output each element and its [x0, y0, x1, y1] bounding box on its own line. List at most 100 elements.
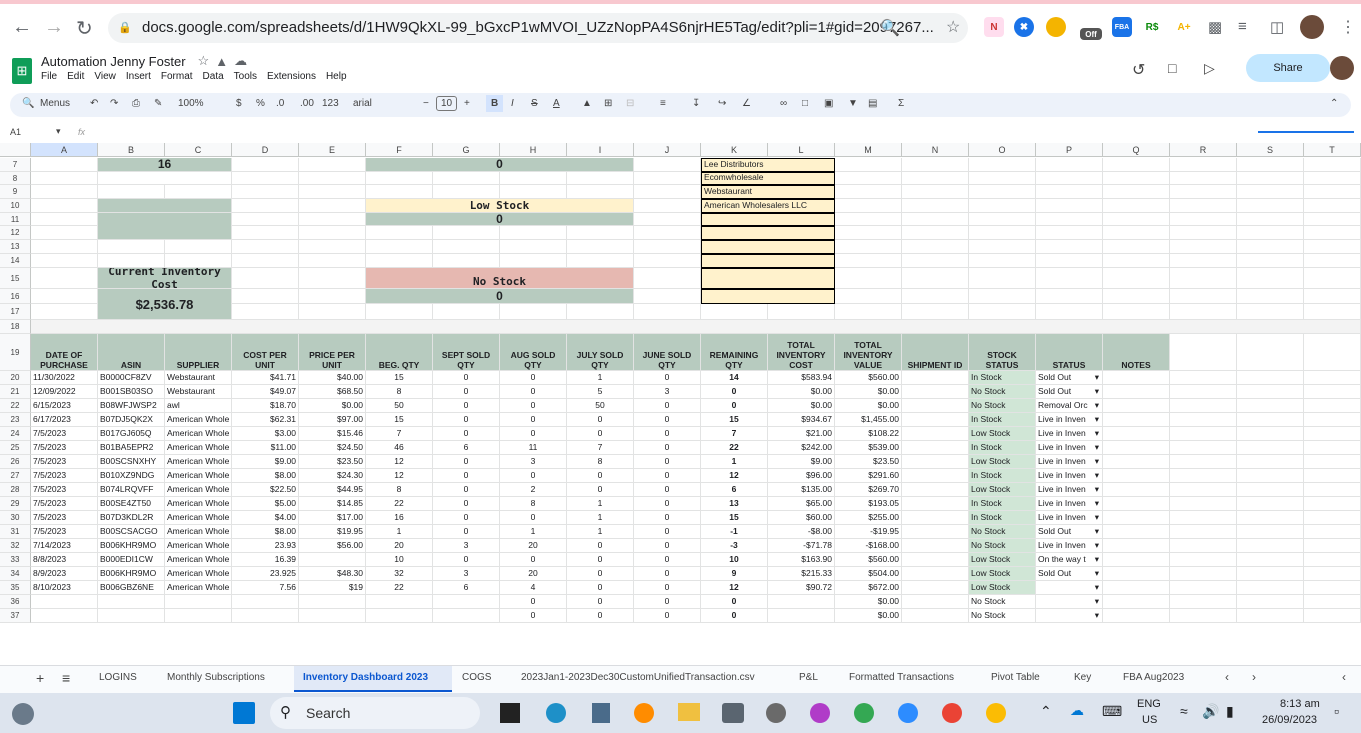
- column-header[interactable]: G: [433, 143, 500, 157]
- table-cell[interactable]: $560.00: [835, 371, 902, 385]
- table-cell[interactable]: $9.00: [232, 455, 299, 469]
- grid-cell[interactable]: [1170, 511, 1237, 525]
- grid-cell[interactable]: [1304, 172, 1361, 185]
- table-cell[interactable]: In Stock: [969, 441, 1036, 455]
- grid-cell[interactable]: [902, 595, 969, 609]
- table-cell[interactable]: 16.39: [232, 553, 299, 567]
- sidepanel-icon[interactable]: ◫: [1270, 18, 1284, 36]
- grid-cell[interactable]: [835, 268, 902, 289]
- table-cell[interactable]: 32: [366, 567, 433, 581]
- rotate-icon[interactable]: ∠: [742, 98, 751, 109]
- table-cell[interactable]: 0: [500, 595, 567, 609]
- table-cell[interactable]: 0: [567, 483, 634, 497]
- table-cell[interactable]: 20: [500, 567, 567, 581]
- chevron-down-icon[interactable]: ▾: [1095, 539, 1099, 552]
- table-cell[interactable]: American Whole: [165, 413, 232, 427]
- grid-cell[interactable]: [1170, 539, 1237, 553]
- table-cell[interactable]: 7: [701, 427, 768, 441]
- grid-cell[interactable]: [1103, 226, 1170, 240]
- table-cell[interactable]: $23.50: [835, 455, 902, 469]
- table-cell[interactable]: 0: [567, 567, 634, 581]
- grid-cell[interactable]: [1103, 399, 1170, 413]
- grid-cell[interactable]: [299, 213, 366, 226]
- grid-cell[interactable]: [1304, 497, 1361, 511]
- grid-cell[interactable]: [500, 226, 567, 240]
- table-cell[interactable]: 0: [433, 455, 500, 469]
- grid-cell[interactable]: [1304, 268, 1361, 289]
- reload-icon[interactable]: ↻: [76, 16, 93, 41]
- menu-edit[interactable]: Edit: [67, 71, 84, 82]
- grid-cell[interactable]: [1304, 334, 1361, 371]
- table-cell[interactable]: No Stock: [969, 539, 1036, 553]
- grid-cell[interactable]: [1237, 240, 1304, 254]
- collapse-icon[interactable]: ⌃: [1330, 98, 1338, 109]
- table-cell[interactable]: $11.00: [232, 441, 299, 455]
- row-header[interactable]: 12: [0, 226, 31, 240]
- row-header[interactable]: 8: [0, 172, 31, 185]
- table-cell[interactable]: 0: [433, 469, 500, 483]
- tab-transactions-csv[interactable]: 2023Jan1-2023Dec30CustomUnifiedTransacti…: [521, 672, 755, 683]
- table-cell[interactable]: $90.72: [768, 581, 835, 595]
- table-cell[interactable]: 0: [634, 539, 701, 553]
- row-header[interactable]: 35: [0, 581, 31, 595]
- table-cell[interactable]: 1: [701, 455, 768, 469]
- tab-fba-aug[interactable]: FBA Aug2023: [1123, 672, 1184, 683]
- row-header[interactable]: 13: [0, 240, 31, 254]
- grid-cell[interactable]: [567, 304, 634, 320]
- table-cell[interactable]: 0: [567, 609, 634, 623]
- chrome-icon[interactable]: [942, 703, 962, 723]
- grid-cell[interactable]: [433, 609, 500, 623]
- grid-cell[interactable]: [567, 172, 634, 185]
- table-cell[interactable]: B00SE4ZT50: [98, 497, 165, 511]
- grid-cell[interactable]: [969, 213, 1036, 226]
- supplier-item[interactable]: [701, 213, 835, 226]
- grid-cell[interactable]: [1103, 595, 1170, 609]
- grid-cell[interactable]: [1237, 304, 1304, 320]
- grid-cell[interactable]: [366, 254, 433, 268]
- undo-icon[interactable]: ↶: [90, 98, 98, 109]
- grid-cell[interactable]: [1237, 581, 1304, 595]
- grid-cell[interactable]: [366, 304, 433, 320]
- table-cell[interactable]: -$71.78: [768, 539, 835, 553]
- grid-cell[interactable]: [1103, 254, 1170, 268]
- grid-cell[interactable]: [299, 185, 366, 199]
- grid-cell[interactable]: [1103, 427, 1170, 441]
- table-cell[interactable]: American Whole: [165, 469, 232, 483]
- grid-cell[interactable]: [1237, 413, 1304, 427]
- column-header[interactable]: A: [31, 143, 98, 157]
- grid-cell[interactable]: [969, 185, 1036, 199]
- calculator-icon[interactable]: [592, 703, 610, 723]
- table-cell[interactable]: $40.00: [299, 371, 366, 385]
- table-cell[interactable]: Live in Inven ▾: [1036, 427, 1103, 441]
- grid-cell[interactable]: [433, 185, 500, 199]
- table-cell[interactable]: -3: [701, 539, 768, 553]
- grid-cell[interactable]: [1304, 567, 1361, 581]
- zoom-select[interactable]: 100%: [178, 98, 204, 109]
- table-cell[interactable]: 3: [433, 539, 500, 553]
- table-cell[interactable]: B08WFJWSP2: [98, 399, 165, 413]
- table-header[interactable]: ASIN: [98, 334, 165, 371]
- table-cell[interactable]: 0: [500, 399, 567, 413]
- table-cell[interactable]: On the way t ▾: [1036, 553, 1103, 567]
- grid-cell[interactable]: [1304, 525, 1361, 539]
- grid-cell[interactable]: [1170, 609, 1237, 623]
- grid-cell[interactable]: [1237, 511, 1304, 525]
- column-header[interactable]: F: [366, 143, 433, 157]
- table-cell[interactable]: In Stock: [969, 511, 1036, 525]
- table-cell[interactable]: American Whole: [165, 525, 232, 539]
- table-cell[interactable]: 0: [634, 469, 701, 483]
- table-cell[interactable]: Low Stock: [969, 553, 1036, 567]
- grid-cell[interactable]: [232, 254, 299, 268]
- grid-cell[interactable]: [902, 185, 969, 199]
- grid-cell[interactable]: [1103, 483, 1170, 497]
- grid-cell[interactable]: [902, 413, 969, 427]
- rs-icon[interactable]: R$: [1142, 17, 1162, 37]
- chevron-down-icon[interactable]: ▾: [1095, 483, 1099, 496]
- row-header[interactable]: 11: [0, 213, 31, 226]
- app-icon[interactable]: [810, 703, 830, 723]
- table-cell[interactable]: $56.00: [299, 539, 366, 553]
- menus-search[interactable]: Menus: [40, 98, 70, 109]
- row-header[interactable]: 33: [0, 553, 31, 567]
- grid-cell[interactable]: [1170, 334, 1237, 371]
- row-header[interactable]: 9: [0, 185, 31, 199]
